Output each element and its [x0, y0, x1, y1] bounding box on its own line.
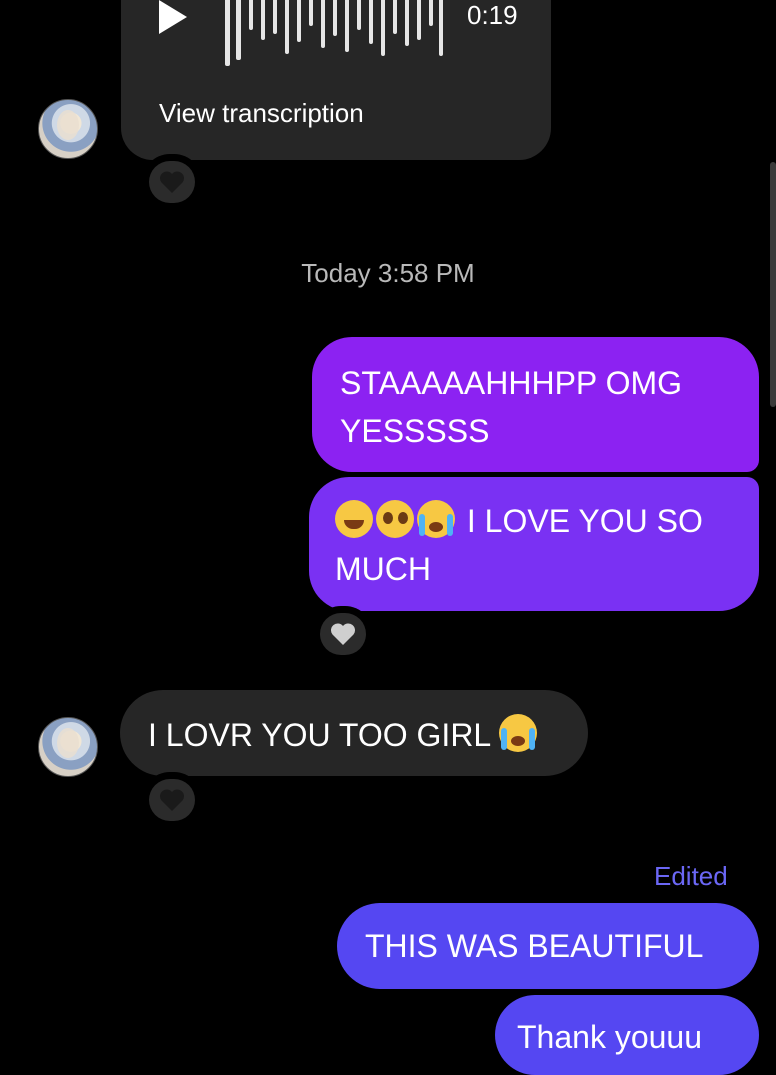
- message-text: Thank youuu: [517, 1019, 703, 1055]
- heart-icon: [330, 623, 356, 645]
- avatar[interactable]: [38, 717, 98, 777]
- pleading-emoji-icon: [376, 500, 414, 538]
- reaction-badge[interactable]: [313, 606, 373, 662]
- heart-icon: [159, 171, 185, 193]
- message-text: I LOVR YOU TOO GIRL: [148, 717, 491, 753]
- reaction-badge[interactable]: [142, 772, 202, 828]
- outgoing-message[interactable]: THIS WAS BEAUTIFUL: [337, 903, 759, 989]
- incoming-message[interactable]: I LOVR YOU TOO GIRL: [120, 690, 588, 776]
- timestamp-divider: Today 3:58 PM: [301, 258, 475, 288]
- view-transcription-link[interactable]: View transcription: [159, 98, 364, 129]
- edited-label: Edited: [654, 861, 728, 891]
- crying-emoji-icon: [498, 714, 537, 752]
- waveform[interactable]: [225, 0, 445, 66]
- message-text: STAAAAAHHHPP OMG YESSSSS: [340, 365, 682, 449]
- outgoing-message[interactable]: STAAAAAHHHPP OMG YESSSSS: [312, 337, 759, 472]
- message-text: THIS WAS BEAUTIFUL: [365, 928, 704, 964]
- laughing-emoji-icon: [335, 500, 373, 538]
- avatar[interactable]: [38, 99, 98, 159]
- outgoing-message[interactable]: I LOVE YOU SO MUCH: [309, 477, 759, 611]
- crying-emoji-icon: [417, 500, 455, 538]
- heart-icon: [159, 789, 185, 811]
- reaction-badge[interactable]: [142, 154, 202, 210]
- voice-duration: 0:19: [467, 0, 518, 30]
- outgoing-message[interactable]: Thank youuu: [495, 995, 759, 1075]
- voice-message-bubble[interactable]: 0:19 View transcription: [121, 0, 551, 160]
- play-icon[interactable]: [159, 0, 187, 34]
